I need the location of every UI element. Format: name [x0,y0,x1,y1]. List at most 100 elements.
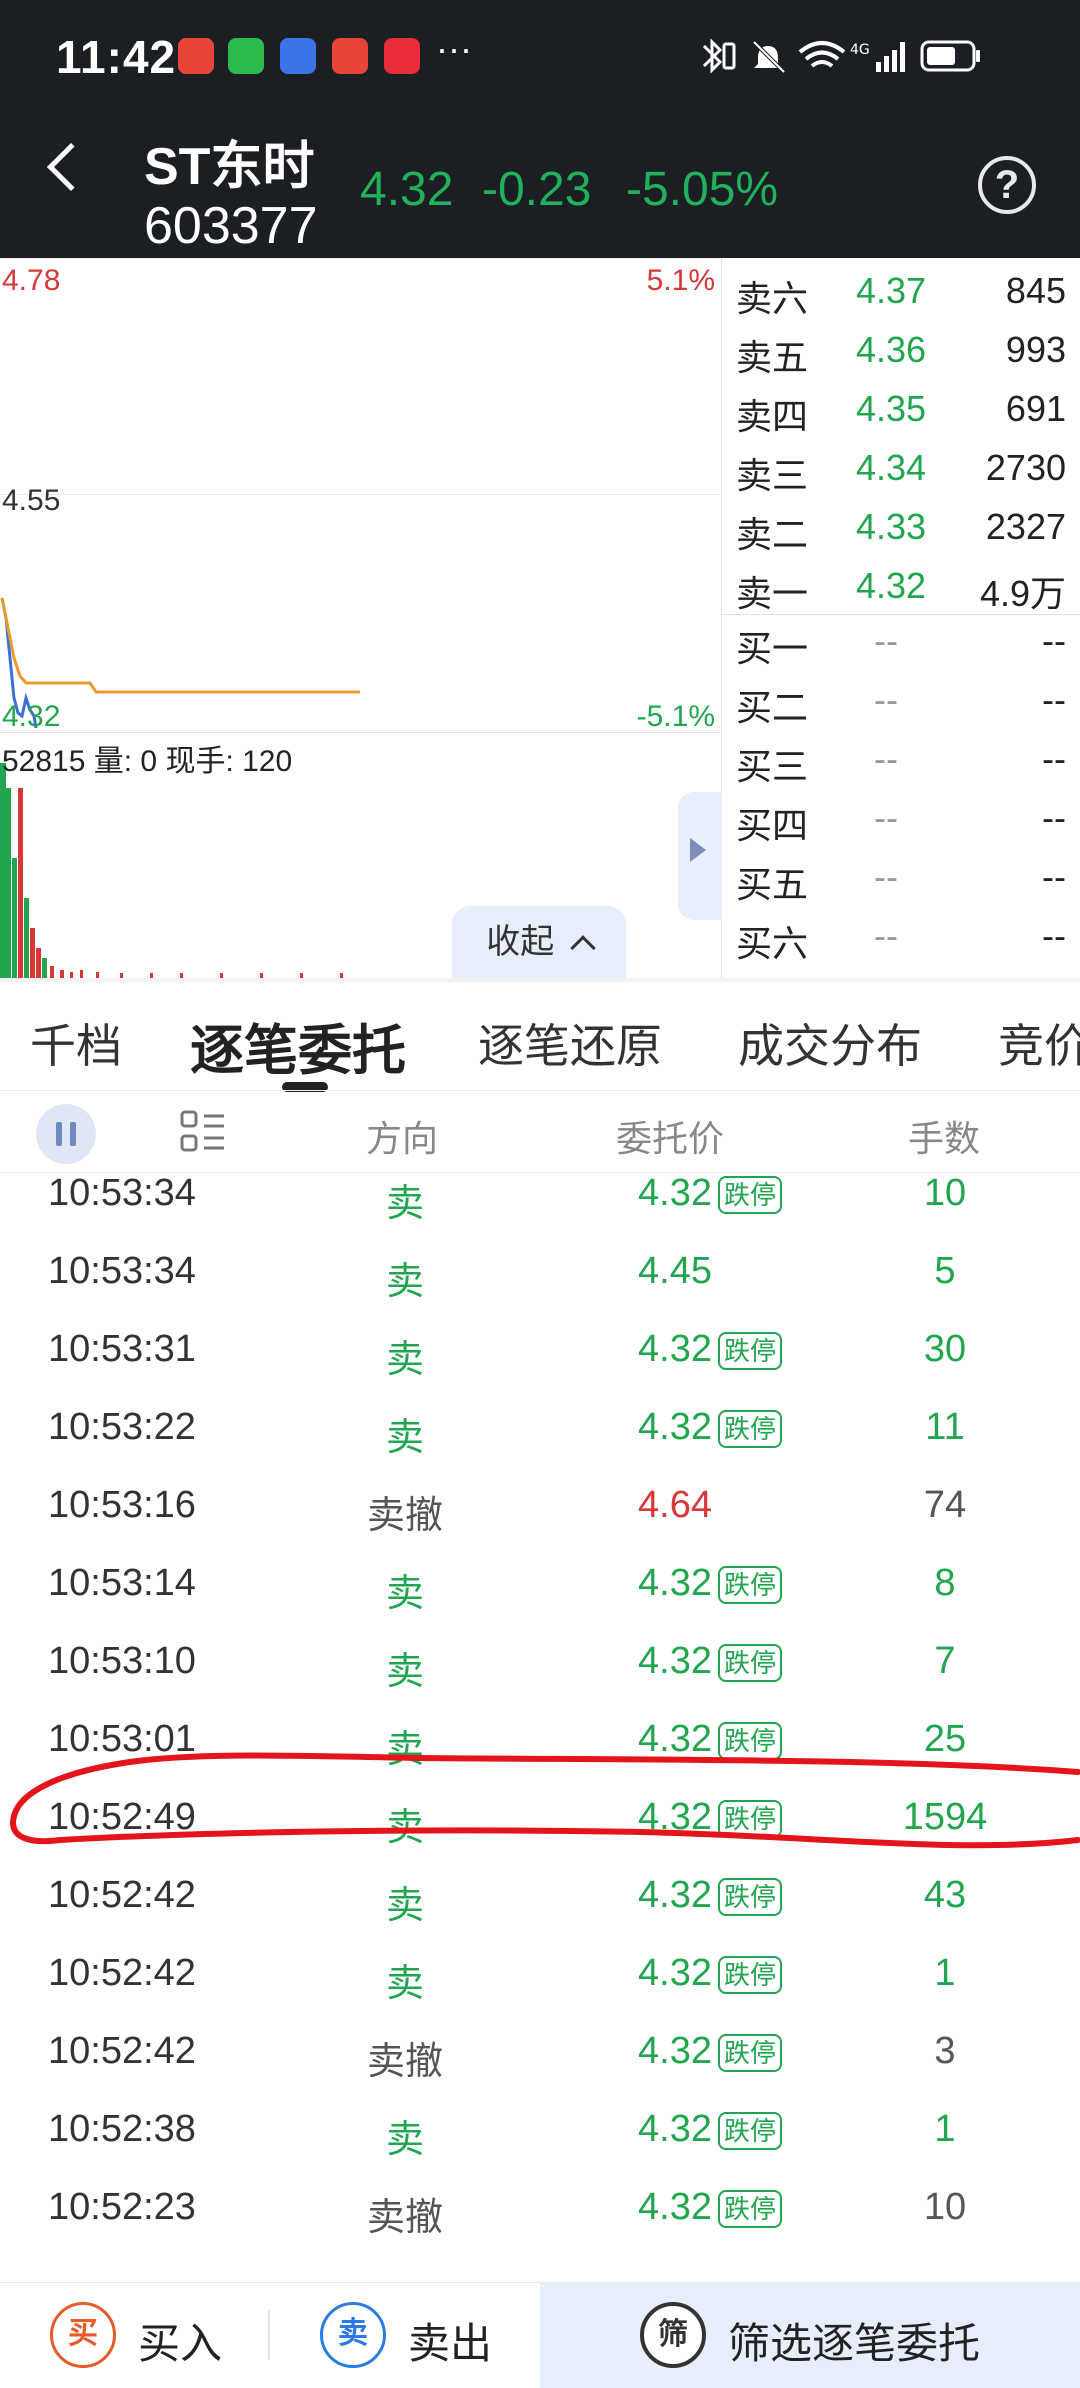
battery-icon [920,40,980,72]
stock-price: 4.32 [360,163,454,216]
status-time: 11:42 [56,31,177,83]
trade-row[interactable]: 10:53:14 卖 4.32 跌停 8 [0,1548,1080,1626]
trade-row[interactable]: 10:52:23 卖撤 4.32 跌停 10 [0,2172,1080,2250]
stock-code: 603377 [144,197,318,255]
trade-time: 10:53:14 [48,1562,196,1604]
pct-axis-low: -5.1% [636,700,715,733]
filter-icon[interactable]: 筛 [640,2302,706,2368]
ask-row[interactable]: 卖一 4.32 4.9万 [736,565,1066,624]
sell-button[interactable]: 卖出 [408,2310,492,2371]
limit-down-badge: 跌停 [718,2112,783,2150]
trade-price: 4.32 [638,1172,712,1214]
trade-direction: 卖 [385,1963,424,2005]
mute-icon [752,40,786,74]
price-axis-mid: 4.55 [2,484,61,517]
ask-row[interactable]: 卖三 4.34 2730 [736,447,1066,506]
trade-volume: 1 [934,1952,956,1994]
limit-down-badge: 跌停 [718,1878,783,1916]
ask-row[interactable]: 卖五 4.36 993 [736,329,1066,388]
trade-volume: 11 [925,1406,965,1448]
stock-name: ST东时 [144,138,315,196]
tab-qiandang[interactable]: 千档 [30,1010,122,1076]
trade-direction: 卖 [385,1183,424,1225]
trade-row[interactable]: 10:53:16 卖撤 4.64 74 [0,1470,1080,1548]
tab-divider [0,1090,1080,1091]
status-right-icons: 4G [702,38,980,74]
trade-time: 10:53:10 [48,1640,196,1682]
bid-row[interactable]: 买三 -- -- [736,738,1066,797]
limit-down-badge: 跌停 [718,1410,783,1448]
buy-icon[interactable]: 买 [50,2302,116,2368]
trade-row[interactable]: 10:52:42 卖撤 4.32 跌停 3 [0,2016,1080,2094]
pause-button[interactable] [36,1104,96,1164]
filter-order-button[interactable]: 筛选逐笔委托 [728,2310,980,2371]
bluetooth-icon [702,38,736,74]
intraday-chart[interactable]: 4.78 5.1% 4.55 4.32 -5.1% 52815 量: 0 现手:… [0,258,722,978]
trade-volume: 8 [934,1562,956,1604]
chevron-up-icon [569,935,596,961]
help-icon[interactable]: ? [978,156,1036,214]
trade-price: 4.32 [638,1328,712,1370]
tab-order-restore[interactable]: 逐笔还原 [478,1010,662,1076]
play-icon [690,838,706,862]
limit-down-badge: 跌停 [718,1566,783,1604]
expand-handle[interactable] [678,792,722,920]
trade-row[interactable]: 10:52:42 卖 4.32 跌停 1 [0,1938,1080,2016]
trade-volume: 74 [923,1484,967,1526]
price-axis-low: 4.32 [2,700,61,733]
trade-time: 10:53:16 [48,1484,196,1526]
trade-row[interactable]: 10:53:22 卖 4.32 跌停 11 [0,1392,1080,1470]
trade-row[interactable]: 10:53:31 卖 4.32 跌停 30 [0,1314,1080,1392]
collapse-button[interactable]: 收起 [452,906,626,978]
trade-volume: 5 [934,1250,956,1292]
trade-time: 10:53:31 [48,1328,196,1370]
huawei-store-icon [178,38,214,74]
limit-down-badge: 跌停 [718,1956,783,1994]
trade-price: 4.32 [638,2186,712,2228]
trade-price: 4.32 [638,2030,712,2072]
bid-row[interactable]: 买六 -- -- [736,915,1066,974]
buy-button[interactable]: 买入 [138,2310,222,2371]
list-settings-icon[interactable] [180,1110,228,1154]
trade-time: 10:52:42 [48,1952,196,1994]
trade-direction: 卖 [385,1573,424,1615]
trade-row[interactable]: 10:53:34 卖 4.32 跌停 10 [0,1158,1080,1236]
limit-down-badge: 跌停 [718,1176,783,1214]
trade-price: 4.45 [638,1250,712,1292]
trade-direction: 卖 [385,1651,424,1693]
trade-price: 4.32 [638,1640,712,1682]
trade-time: 10:53:22 [48,1406,196,1448]
bid-row[interactable]: 买二 -- -- [736,679,1066,738]
blue-app-icon [280,38,316,74]
trade-volume: 10 [923,2186,967,2228]
trade-direction: 卖 [385,1417,424,1459]
trade-row[interactable]: 10:53:34 卖 4.45 5 [0,1236,1080,1314]
bid-row[interactable]: 买五 -- -- [736,856,1066,915]
bid-row[interactable]: 买四 -- -- [736,797,1066,856]
tab-order-by-order[interactable]: 逐笔委托 [190,1006,406,1085]
section-divider [0,978,1080,982]
trade-time: 10:53:34 [48,1172,196,1214]
finance-app-icon [384,38,420,74]
bid-row[interactable]: 买一 -- -- [736,620,1066,679]
4g-signal-icon: 4G [850,42,905,72]
ask-row[interactable]: 卖四 4.35 691 [736,388,1066,447]
trade-price: 4.32 [638,1874,712,1916]
average-line [0,597,360,694]
trade-volume: 3 [934,2030,956,2072]
trade-price: 4.32 [638,1562,712,1604]
tab-auction[interactable]: 竞价 [998,1010,1080,1076]
trade-row[interactable]: 10:53:10 卖 4.32 跌停 7 [0,1626,1080,1704]
wifi-icon [798,41,846,68]
svg-text:4G: 4G [850,42,870,58]
ask-row[interactable]: 卖六 4.37 845 [736,270,1066,329]
trade-volume: 30 [923,1328,967,1370]
trade-row[interactable]: 10:52:38 卖 4.32 跌停 1 [0,2094,1080,2172]
red-book-icon [332,38,368,74]
sell-icon[interactable]: 卖 [320,2302,386,2368]
trade-direction: 卖 [385,2119,424,2161]
ask-row[interactable]: 卖二 4.33 2327 [736,506,1066,565]
stock-change: -0.23 [482,163,592,216]
limit-down-badge: 跌停 [718,2034,783,2072]
tab-trade-distribution[interactable]: 成交分布 [738,1010,922,1076]
